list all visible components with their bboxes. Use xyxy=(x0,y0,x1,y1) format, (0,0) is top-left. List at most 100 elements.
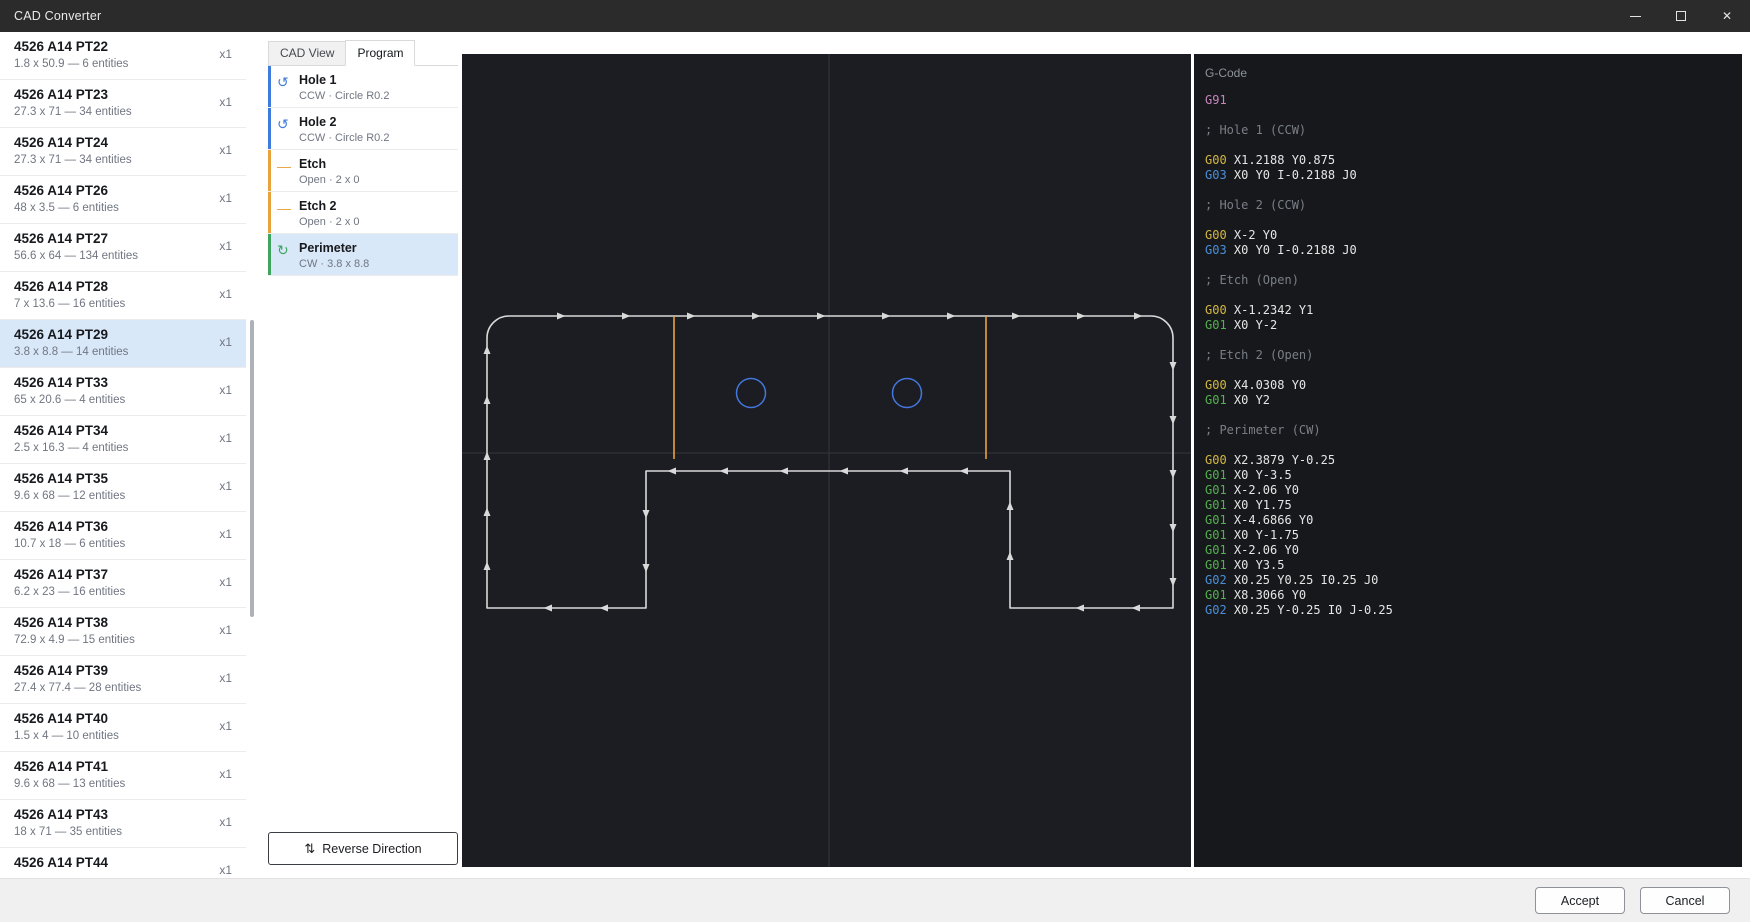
operation-color-bar xyxy=(268,234,271,275)
sidebar-scrollbar-thumb[interactable] xyxy=(250,320,254,617)
part-quantity: x1 xyxy=(219,575,232,589)
part-item-4526-a14-pt22[interactable]: 4526 A14 PT22 1.8 x 50.9 — 6 entities x1 xyxy=(0,32,246,80)
operation-color-bar xyxy=(268,66,271,107)
part-item-4526-a14-pt26[interactable]: 4526 A14 PT26 48 x 3.5 — 6 entities x1 xyxy=(0,176,246,224)
part-name: 4526 A14 PT37 xyxy=(14,567,236,582)
hole-circle-1 xyxy=(737,379,766,408)
tab-cad-view[interactable]: CAD View xyxy=(268,41,346,65)
part-item-4526-a14-pt39[interactable]: 4526 A14 PT39 27.4 x 77.4 — 28 entities … xyxy=(0,656,246,704)
operation-color-bar xyxy=(268,192,271,233)
part-quantity: x1 xyxy=(219,719,232,733)
part-item-4526-a14-pt34[interactable]: 4526 A14 PT34 2.5 x 16.3 — 4 entities x1 xyxy=(0,416,246,464)
close-button[interactable]: ✕ xyxy=(1704,0,1750,32)
gcode-blank-line xyxy=(1205,258,1742,273)
sidebar-scrollbar[interactable] xyxy=(250,32,254,878)
reverse-direction-button[interactable]: ⇅ Reverse Direction xyxy=(268,832,458,865)
part-name: 4526 A14 PT29 xyxy=(14,327,236,342)
program-panel: CAD ViewProgram ↺ Hole 1 CCW · Circle R0… xyxy=(268,32,458,878)
gcode-line: G01 X0 Y3.5 xyxy=(1205,558,1742,573)
part-item-4526-a14-pt35[interactable]: 4526 A14 PT35 9.6 x 68 — 12 entities x1 xyxy=(0,464,246,512)
part-quantity: x1 xyxy=(219,431,232,445)
tab-program[interactable]: Program xyxy=(345,40,415,66)
part-item-4526-a14-pt37[interactable]: 4526 A14 PT37 6.2 x 23 — 16 entities x1 xyxy=(0,560,246,608)
part-name: 4526 A14 PT22 xyxy=(14,39,236,54)
gcode-blank-line xyxy=(1205,213,1742,228)
gcode-blank-line xyxy=(1205,333,1742,348)
part-item-4526-a14-pt33[interactable]: 4526 A14 PT33 65 x 20.6 — 4 entities x1 xyxy=(0,368,246,416)
part-details: 2.5 x 16.3 — 4 entities xyxy=(14,442,236,454)
operation-details: CCW · Circle R0.2 xyxy=(299,132,452,144)
part-name: 4526 A14 PT26 xyxy=(14,183,236,198)
part-name: 4526 A14 PT40 xyxy=(14,711,236,726)
part-details: 9.6 x 68 — 13 entities xyxy=(14,778,236,790)
gcode-blank-line xyxy=(1205,138,1742,153)
part-quantity: x1 xyxy=(219,767,232,781)
part-item-4526-a14-pt43[interactable]: 4526 A14 PT43 18 x 71 — 35 entities x1 xyxy=(0,800,246,848)
close-icon: ✕ xyxy=(1722,9,1732,23)
gcode-blank-line xyxy=(1205,438,1742,453)
operation-details: CCW · Circle R0.2 xyxy=(299,90,452,102)
gcode-line: G01 X-4.6866 Y0 xyxy=(1205,513,1742,528)
part-quantity: x1 xyxy=(219,527,232,541)
part-details: 72.9 x 4.9 — 15 entities xyxy=(14,634,236,646)
part-item-4526-a14-pt44[interactable]: 4526 A14 PT44 x1 xyxy=(0,848,246,878)
part-details: 18 x 71 — 35 entities xyxy=(14,826,236,838)
gcode-line: G00 X-2 Y0 xyxy=(1205,228,1742,243)
gcode-line: G02 X0.25 Y-0.25 I0 J-0.25 xyxy=(1205,603,1742,618)
part-details: 3.8 x 8.8 — 14 entities xyxy=(14,346,236,358)
cad-converter-window: CAD Converter ✕ 4526 A14 PT22 1.8 x 50.9… xyxy=(0,0,1750,922)
reverse-direction-icon: ⇅ xyxy=(304,841,315,857)
gcode-line: G00 X2.3879 Y-0.25 xyxy=(1205,453,1742,468)
gcode-line: G91 xyxy=(1205,93,1742,108)
operation-item-hole-1[interactable]: ↺ Hole 1 CCW · Circle R0.2 xyxy=(268,66,458,108)
gcode-line: G01 X-2.06 Y0 xyxy=(1205,483,1742,498)
footer-bar: Accept Cancel xyxy=(0,878,1750,922)
part-details: 9.6 x 68 — 12 entities xyxy=(14,490,236,502)
parts-list: 4526 A14 PT22 1.8 x 50.9 — 6 entities x1… xyxy=(0,32,246,878)
part-item-4526-a14-pt24[interactable]: 4526 A14 PT24 27.3 x 71 — 34 entities x1 xyxy=(0,128,246,176)
part-name: 4526 A14 PT38 xyxy=(14,615,236,630)
gcode-line: G01 X-2.06 Y0 xyxy=(1205,543,1742,558)
operation-color-bar xyxy=(268,150,271,191)
operation-item-hole-2[interactable]: ↺ Hole 2 CCW · Circle R0.2 xyxy=(268,108,458,150)
maximize-button[interactable] xyxy=(1658,0,1704,32)
tab-bar: CAD ViewProgram xyxy=(268,41,458,66)
content-area: 4526 A14 PT22 1.8 x 50.9 — 6 entities x1… xyxy=(0,32,1750,878)
part-item-4526-a14-pt40[interactable]: 4526 A14 PT40 1.5 x 4 — 10 entities x1 xyxy=(0,704,246,752)
part-quantity: x1 xyxy=(219,383,232,397)
cad-canvas[interactable] xyxy=(462,54,1191,867)
maximize-icon xyxy=(1676,11,1686,21)
reverse-direction-label: Reverse Direction xyxy=(322,842,421,856)
minimize-button[interactable] xyxy=(1612,0,1658,32)
part-item-4526-a14-pt28[interactable]: 4526 A14 PT28 7 x 13.6 — 16 entities x1 xyxy=(0,272,246,320)
cancel-button[interactable]: Cancel xyxy=(1640,887,1730,914)
part-details: 27.3 x 71 — 34 entities xyxy=(14,154,236,166)
gcode-line: G03 X0 Y0 I-0.2188 J0 xyxy=(1205,168,1742,183)
accept-button[interactable]: Accept xyxy=(1535,887,1625,914)
operation-details: CW · 3.8 x 8.8 xyxy=(299,258,452,270)
part-quantity: x1 xyxy=(219,479,232,493)
operation-name: Hole 2 xyxy=(299,115,452,129)
part-item-4526-a14-pt29[interactable]: 4526 A14 PT29 3.8 x 8.8 — 14 entities x1 xyxy=(0,320,246,368)
operation-item-etch[interactable]: — Etch Open · 2 x 0 xyxy=(268,150,458,192)
gcode-lines: G91 ; Hole 1 (CCW) G00 X1.2188 Y0.875G03… xyxy=(1205,93,1742,618)
part-details: 27.3 x 71 — 34 entities xyxy=(14,106,236,118)
part-name: 4526 A14 PT24 xyxy=(14,135,236,150)
gcode-header: G-Code xyxy=(1205,66,1742,80)
part-quantity: x1 xyxy=(219,287,232,301)
operation-item-etch-2[interactable]: — Etch 2 Open · 2 x 0 xyxy=(268,192,458,234)
gcode-line: G00 X1.2188 Y0.875 xyxy=(1205,153,1742,168)
part-details: 10.7 x 18 — 6 entities xyxy=(14,538,236,550)
part-item-4526-a14-pt41[interactable]: 4526 A14 PT41 9.6 x 68 — 13 entities x1 xyxy=(0,752,246,800)
gcode-line: G01 X0 Y-1.75 xyxy=(1205,528,1742,543)
part-item-4526-a14-pt27[interactable]: 4526 A14 PT27 56.6 x 64 — 134 entities x… xyxy=(0,224,246,272)
part-item-4526-a14-pt38[interactable]: 4526 A14 PT38 72.9 x 4.9 — 15 entities x… xyxy=(0,608,246,656)
part-quantity: x1 xyxy=(219,47,232,61)
part-name: 4526 A14 PT44 xyxy=(14,855,236,870)
part-item-4526-a14-pt36[interactable]: 4526 A14 PT36 10.7 x 18 — 6 entities x1 xyxy=(0,512,246,560)
part-item-4526-a14-pt23[interactable]: 4526 A14 PT23 27.3 x 71 — 34 entities x1 xyxy=(0,80,246,128)
gcode-blank-line xyxy=(1205,288,1742,303)
operation-item-perimeter[interactable]: ↻ Perimeter CW · 3.8 x 8.8 xyxy=(268,234,458,276)
gcode-line: G01 X0 Y-3.5 xyxy=(1205,468,1742,483)
part-quantity: x1 xyxy=(219,143,232,157)
